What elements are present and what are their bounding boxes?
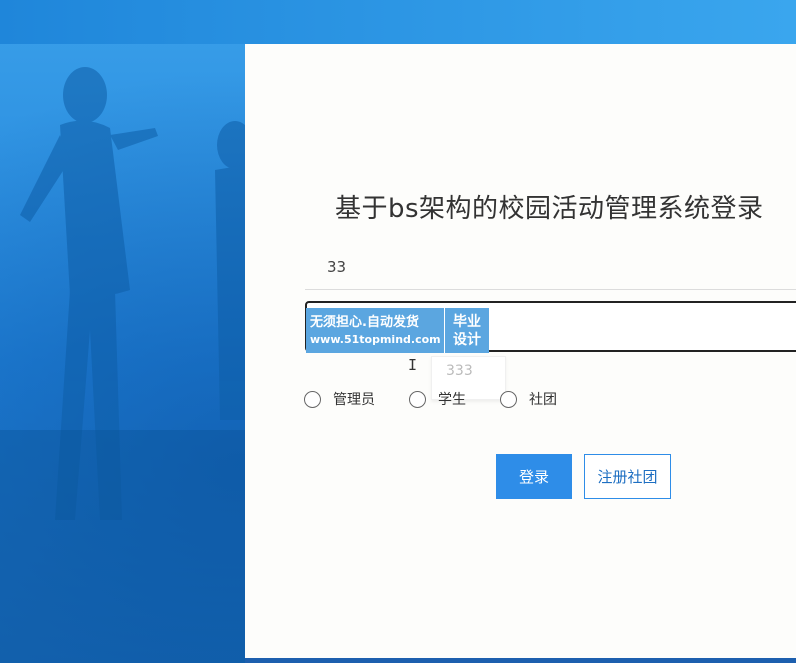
role-option-admin[interactable]: 管理员	[304, 389, 375, 409]
username-input[interactable]	[305, 244, 796, 290]
top-banner	[0, 0, 796, 44]
role-option-club[interactable]: 社团	[500, 389, 557, 409]
watermark-right-top: 毕业	[453, 313, 481, 330]
radio-button[interactable]	[500, 390, 517, 408]
radio-button[interactable]	[304, 390, 321, 408]
role-label: 社团	[529, 392, 557, 408]
watermark-right-bottom: 设计	[453, 331, 481, 348]
bottom-strip	[245, 658, 796, 663]
watermark-right: 毕业 设计	[445, 308, 489, 353]
text-cursor-icon: I	[408, 356, 418, 374]
register-club-button[interactable]: 注册社团	[584, 454, 671, 499]
watermark-left: 无须担心.自动发货 www.51topmind.com	[306, 308, 445, 353]
role-option-student[interactable]: 学生	[409, 389, 466, 409]
watermark-url: www.51topmind.com	[310, 332, 441, 346]
watermark-badge: 无须担心.自动发货 www.51topmind.com 毕业 设计	[306, 308, 489, 353]
page-title: 基于bs架构的校园活动管理系统登录	[335, 194, 764, 224]
watermark-line1: 无须担心.自动发货	[310, 314, 419, 330]
role-label: 管理员	[333, 392, 375, 408]
login-button[interactable]: 登录	[496, 454, 572, 499]
role-selector: 管理员 学生 社团	[304, 389, 591, 409]
role-label: 学生	[438, 392, 466, 408]
radio-button[interactable]	[409, 390, 426, 408]
